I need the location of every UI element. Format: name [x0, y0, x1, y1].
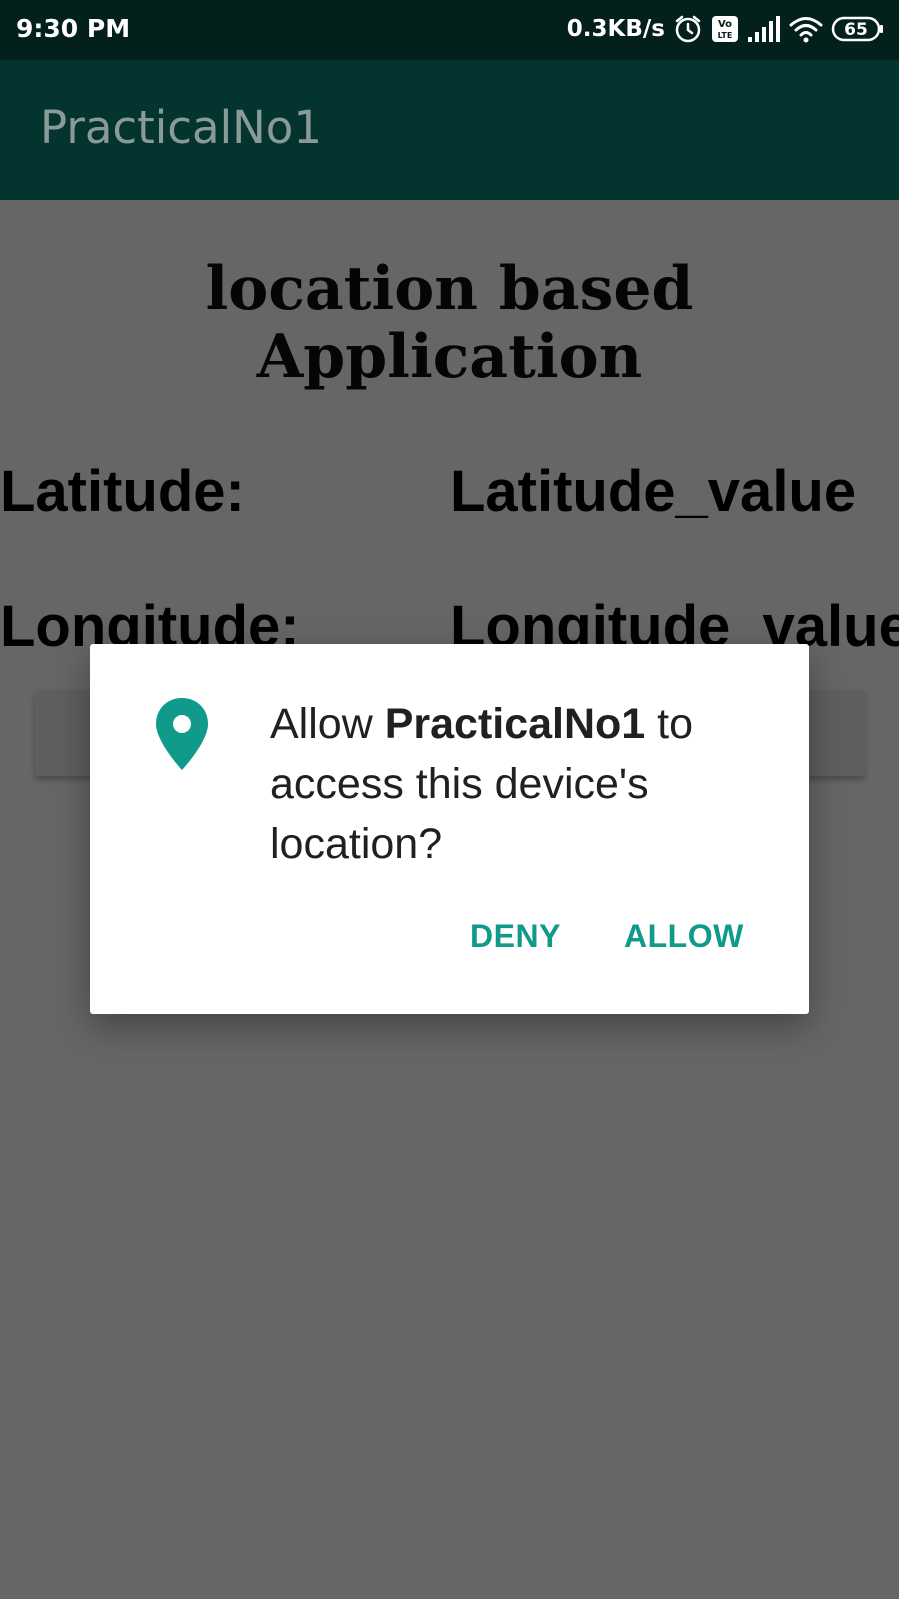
signal-icon: [747, 15, 781, 43]
app-title: PracticalNo1: [40, 101, 322, 154]
wifi-icon: [789, 15, 823, 43]
svg-text:Vo: Vo: [718, 19, 732, 30]
latitude-value: Latitude_value: [450, 459, 857, 524]
battery-level: 65: [844, 20, 868, 40]
status-icons: 0.3KB/s Vo LTE 65: [567, 10, 885, 48]
status-bar: 9:30 PM 0.3KB/s Vo LTE 65: [0, 0, 899, 60]
volte-icon: Vo LTE: [711, 15, 739, 43]
message-prefix: Allow: [270, 700, 385, 748]
message-app-name: PracticalNo1: [384, 700, 646, 748]
battery-icon: 65: [831, 15, 885, 43]
deny-button[interactable]: DENY: [470, 916, 561, 956]
status-time: 9:30 PM: [16, 14, 131, 43]
latitude-label: Latitude:: [0, 459, 245, 524]
allow-button[interactable]: ALLOW: [624, 916, 744, 956]
permission-dialog: Allow PracticalNo1 to access this device…: [90, 644, 809, 1014]
app-bar: PracticalNo1: [0, 60, 899, 200]
page-heading: location based Application: [205, 254, 694, 392]
dialog-message: Allow PracticalNo1 to access this device…: [270, 694, 780, 874]
location-pin-icon: [156, 698, 208, 770]
alarm-icon: [673, 14, 703, 44]
network-speed: 0.3KB/s: [566, 16, 665, 42]
svg-text:LTE: LTE: [718, 31, 733, 40]
